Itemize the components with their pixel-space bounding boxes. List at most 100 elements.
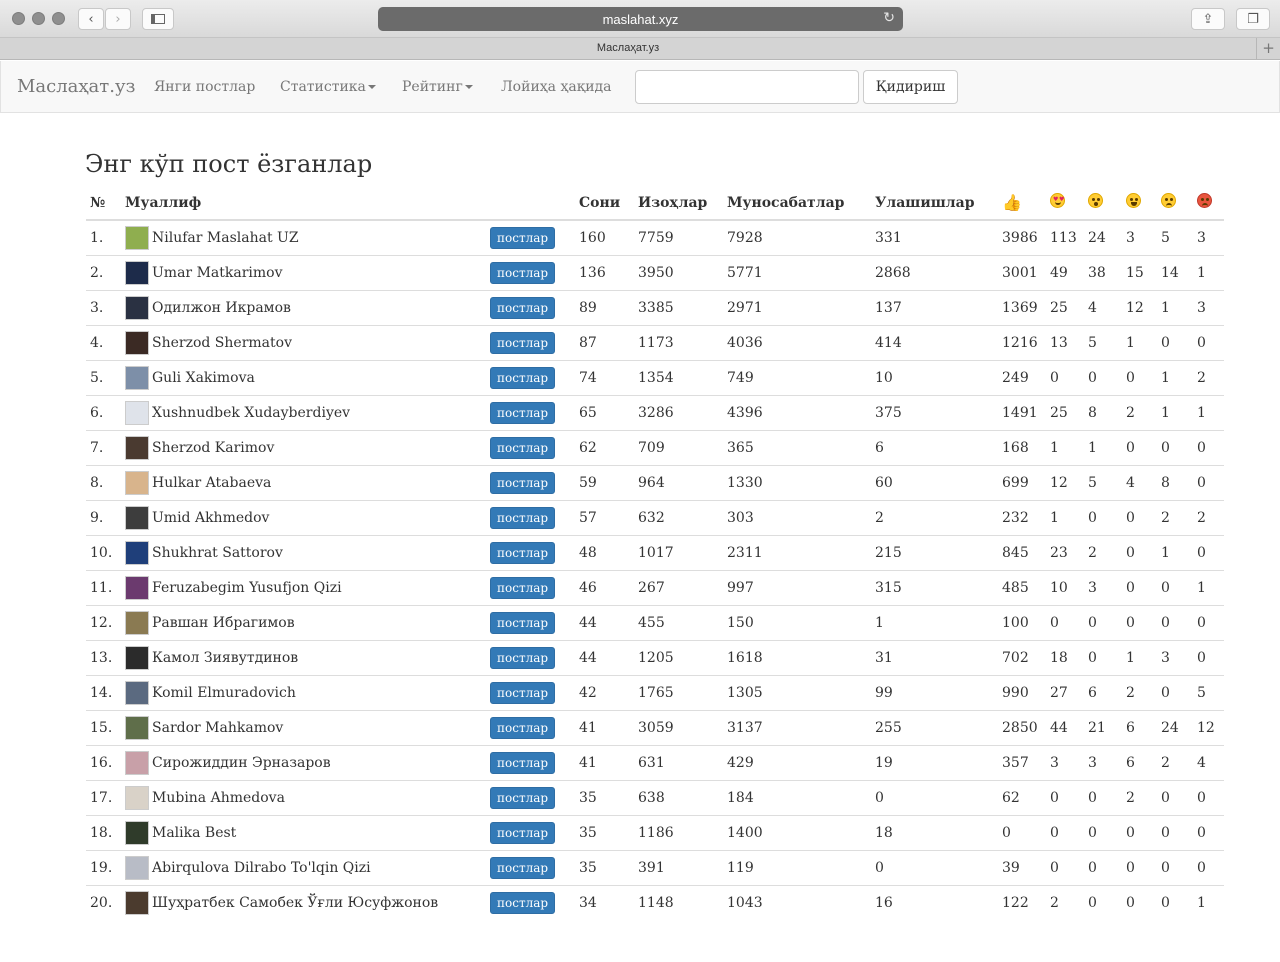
love-count: 0 [1046, 814, 1084, 850]
posts-button[interactable]: постлар [490, 821, 556, 844]
share-button[interactable]: ⇪ [1191, 8, 1225, 30]
author-cell: Сирожиддин Эрназаров [121, 744, 486, 780]
back-button[interactable]: ‹ [78, 8, 104, 30]
new-tab-button[interactable]: + [1256, 38, 1280, 59]
zoom-window-button[interactable] [52, 12, 65, 25]
avatar[interactable] [125, 400, 149, 425]
site-brand[interactable]: Маслаҳат.уз [17, 76, 135, 97]
author-name[interactable]: Sherzod Shermatov [152, 335, 292, 351]
comments-count: 1354 [634, 359, 723, 395]
close-window-button[interactable] [12, 12, 25, 25]
sad-count: 2 [1157, 499, 1193, 535]
author-name[interactable]: Sherzod Karimov [152, 440, 274, 456]
table-row: 6. Xushnudbek Xudayberdiyev постлар 65 3… [86, 394, 1224, 430]
search-button[interactable]: Қидириш [863, 70, 958, 104]
avatar[interactable] [125, 260, 149, 285]
avatar[interactable] [125, 435, 149, 460]
love-count: 2 [1046, 884, 1084, 920]
search-input[interactable] [635, 70, 859, 104]
posts-button[interactable]: постлар [490, 331, 556, 354]
avatar[interactable] [125, 575, 149, 600]
avatar[interactable] [125, 470, 149, 495]
reload-icon[interactable]: ↻ [883, 10, 895, 26]
posts-button[interactable]: постлар [490, 261, 556, 284]
posts-button[interactable]: постлар [490, 296, 556, 319]
author-name[interactable]: Камол Зиявутдинов [152, 650, 298, 666]
avatar[interactable] [125, 365, 149, 390]
author-name[interactable]: Hulkar Atabaeva [152, 475, 271, 491]
post-count: 57 [575, 499, 634, 535]
avatar[interactable] [125, 785, 149, 810]
posts-button[interactable]: постлар [490, 786, 556, 809]
author-name[interactable]: Umid Akhmedov [152, 510, 269, 526]
nav-about[interactable]: Лойиҳа ҳақида [501, 79, 612, 95]
author-name[interactable]: Komil Elmuradovich [152, 685, 296, 701]
url-text: maslahat.xyz [602, 11, 679, 27]
tab-title[interactable]: Маслаҳат.уз [0, 38, 1256, 59]
author-name[interactable]: Nilufar Maslahat UZ [152, 230, 299, 246]
author-cell: Mubina Ahmedova [121, 779, 486, 815]
author-name[interactable]: Feruzabegim Yusufjon Qizi [152, 580, 342, 596]
sad-count: 1 [1157, 289, 1193, 325]
page-title: Энг кўп пост ёзганлар [85, 150, 373, 178]
author-name[interactable]: Guli Xakimova [152, 370, 255, 386]
posts-button[interactable]: постлар [490, 611, 556, 634]
avatar[interactable] [125, 540, 149, 565]
author-name[interactable]: Malika Best [152, 825, 236, 841]
posts-button[interactable]: постлар [490, 751, 556, 774]
avatar[interactable] [125, 610, 149, 635]
like-count: 122 [998, 884, 1046, 920]
reactions-count: 4036 [723, 324, 871, 360]
col-love: ♥ ♥ [1046, 186, 1084, 221]
shares-count: 10 [871, 359, 998, 395]
avatar[interactable] [125, 505, 149, 530]
author-name[interactable]: Одилжон Икрамов [152, 300, 291, 316]
author-name[interactable]: Sardor Mahkamov [152, 720, 283, 736]
posts-button[interactable]: постлар [490, 681, 556, 704]
author-name[interactable]: Mubina Ahmedova [152, 790, 285, 806]
tabs-overview-button[interactable]: ❐ [1236, 8, 1270, 30]
author-name[interactable]: Равшан Ибрагимов [152, 615, 295, 631]
posts-button[interactable]: постлар [490, 716, 556, 739]
posts-button[interactable]: постлар [490, 436, 556, 459]
avatar[interactable] [125, 820, 149, 845]
avatar[interactable] [125, 225, 149, 250]
like-count: 0 [998, 814, 1046, 850]
sidebar-button[interactable] [142, 8, 174, 30]
posts-button[interactable]: постлар [490, 226, 556, 249]
author-cell: Xushnudbek Xudayberdiyev [121, 394, 486, 430]
posts-button[interactable]: постлар [490, 471, 556, 494]
nav-rating[interactable]: Рейтинг [402, 79, 473, 95]
avatar[interactable] [125, 680, 149, 705]
author-name[interactable]: Shukhrat Sattorov [152, 545, 283, 561]
posts-cell: постлар [486, 744, 575, 780]
avatar[interactable] [125, 750, 149, 775]
posts-button[interactable]: постлар [490, 541, 556, 564]
author-cell: Feruzabegim Yusufjon Qizi [121, 569, 486, 605]
avatar[interactable] [125, 295, 149, 320]
posts-button[interactable]: постлар [490, 506, 556, 529]
posts-button[interactable]: постлар [490, 891, 556, 914]
avatar[interactable] [125, 645, 149, 670]
author-name[interactable]: Abirqulova Dilrabo To'lqin Qizi [152, 860, 371, 876]
author-name[interactable]: Шуҳратбек Самобек Ўғли Юсуфжонов [152, 895, 438, 911]
posts-button[interactable]: постлар [490, 856, 556, 879]
nav-statistics[interactable]: Статистика [280, 79, 376, 95]
avatar[interactable] [125, 855, 149, 880]
angry-count: 0 [1193, 849, 1224, 885]
posts-button[interactable]: постлар [490, 576, 556, 599]
author-name[interactable]: Xushnudbek Xudayberdiyev [152, 405, 350, 421]
posts-button[interactable]: постлар [490, 401, 556, 424]
author-name[interactable]: Umar Matkarimov [152, 265, 282, 281]
avatar[interactable] [125, 330, 149, 355]
avatar[interactable] [125, 890, 149, 915]
avatar[interactable] [125, 715, 149, 740]
sad-count: 1 [1157, 534, 1193, 570]
address-bar[interactable]: maslahat.xyz ↻ [378, 7, 903, 31]
author-name[interactable]: Сирожиддин Эрназаров [152, 755, 331, 771]
posts-button[interactable]: постлар [490, 366, 556, 389]
posts-button[interactable]: постлар [490, 646, 556, 669]
minimize-window-button[interactable] [32, 12, 45, 25]
nav-new-posts[interactable]: Янги постлар [154, 79, 255, 95]
forward-button[interactable]: › [105, 8, 131, 30]
